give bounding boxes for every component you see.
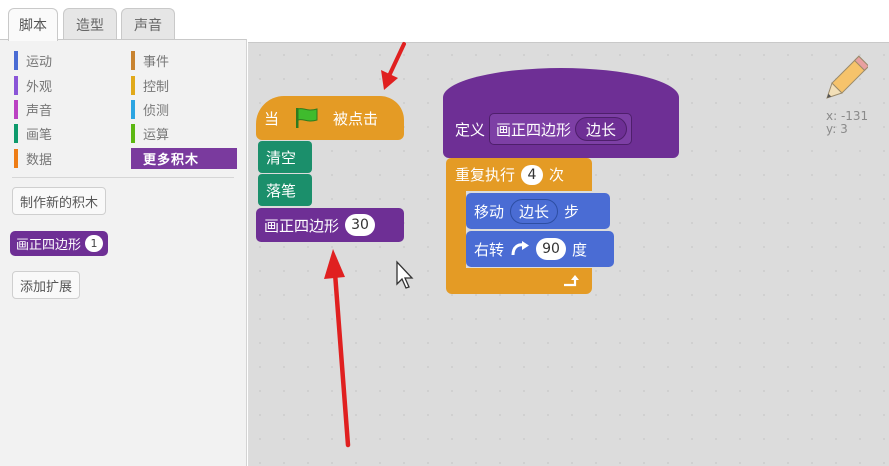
block-palette: 运动 外观 声音 画笔 数据 事件 控制 侦测 运算 更多积木 制作新的积木 画… [0, 39, 247, 466]
procedure-prototype[interactable]: 画正四边形 边长 [489, 113, 633, 145]
category-label: 外观 [26, 80, 53, 95]
category-label: 声音 [26, 104, 53, 119]
category-motion[interactable]: 运动 [14, 50, 52, 71]
category-swatch [131, 76, 135, 95]
category-looks[interactable]: 外观 [14, 75, 52, 96]
define-hat-block[interactable]: 定义 画正四边形 边长 [443, 100, 679, 158]
loop-arrow-icon [562, 274, 580, 288]
times-label: 次 [549, 166, 565, 184]
when-flag-clicked-hat[interactable]: 当 被点击 [256, 96, 404, 140]
category-data[interactable]: 数据 [14, 148, 52, 169]
tab-bar: 脚本 造型 声音 [0, 0, 889, 41]
category-label: 控制 [143, 80, 170, 95]
category-label: 事件 [143, 55, 170, 70]
move-steps-block[interactable]: 移动 边长 步 [466, 193, 610, 229]
pen-down-label: 落笔 [266, 181, 297, 200]
category-swatch [131, 100, 135, 119]
sprite-y-readout: y: 3 [826, 122, 848, 136]
repeat-arm [446, 190, 466, 270]
category-more-blocks[interactable]: 更多积木 [131, 148, 237, 169]
category-sound[interactable]: 声音 [14, 99, 52, 120]
category-control[interactable]: 控制 [131, 75, 169, 96]
move-arg-reporter[interactable]: 边长 [510, 198, 559, 224]
category-swatch [14, 51, 18, 70]
steps-label: 步 [564, 202, 580, 221]
custom-block-label: 画正四边形 [16, 238, 82, 253]
category-label: 侦测 [143, 104, 170, 119]
clear-block[interactable]: 清空 [258, 141, 312, 173]
sprite-coordinates: x: -131 y: 3 [826, 110, 868, 136]
turn-arg-input[interactable]: 90 [536, 238, 567, 260]
pencil-sprite-icon[interactable] [820, 55, 870, 111]
category-events[interactable]: 事件 [131, 50, 169, 71]
category-swatch [14, 100, 18, 119]
clear-label: 清空 [266, 148, 297, 167]
pen-down-block[interactable]: 落笔 [258, 174, 312, 206]
category-operators[interactable]: 运算 [131, 123, 169, 144]
when-label: 当 [264, 109, 280, 128]
rotate-right-icon [510, 241, 530, 257]
repeat-count-input[interactable]: 4 [521, 164, 544, 185]
green-flag-icon [293, 107, 319, 129]
call-label: 画正四边形 [264, 216, 340, 235]
annotation-arrow-bottom [318, 245, 358, 455]
palette-divider [12, 177, 234, 178]
category-pen[interactable]: 画笔 [14, 123, 52, 144]
category-label: 数据 [26, 153, 53, 168]
category-swatch [14, 124, 18, 143]
mouse-cursor-icon [395, 260, 415, 294]
define-label: 定义 [455, 120, 486, 139]
turn-right-block[interactable]: 右转 90 度 [466, 231, 614, 267]
tab-scripts[interactable]: 脚本 [8, 8, 58, 41]
category-swatch [131, 51, 135, 70]
move-label: 移动 [474, 202, 505, 221]
custom-block-arg[interactable]: 1 [85, 235, 104, 252]
call-draw-square-block[interactable]: 画正四边形 30 [256, 208, 404, 242]
degrees-label: 度 [572, 240, 588, 259]
category-label: 运算 [143, 128, 170, 143]
clicked-label: 被点击 [333, 109, 379, 128]
procedure-name: 画正四边形 [496, 120, 572, 139]
turn-label: 右转 [474, 240, 505, 259]
repeat-block[interactable]: 重复执行 4 次 [446, 158, 592, 191]
category-label: 画笔 [26, 128, 53, 143]
call-arg-input[interactable]: 30 [345, 214, 376, 236]
make-block-button[interactable]: 制作新的积木 [12, 187, 107, 215]
category-swatch [14, 149, 18, 168]
palette-custom-block[interactable]: 画正四边形 1 [10, 231, 109, 256]
repeat-bottom [446, 268, 592, 294]
tab-costumes[interactable]: 造型 [63, 8, 117, 40]
category-swatch [131, 124, 135, 143]
annotation-arrow-top [372, 40, 412, 96]
param-reporter[interactable]: 边长 [575, 117, 628, 141]
tab-sounds[interactable]: 声音 [121, 8, 175, 40]
category-label: 运动 [26, 55, 53, 70]
category-swatch [14, 76, 18, 95]
repeat-label: 重复执行 [455, 166, 516, 184]
add-extension-button[interactable]: 添加扩展 [12, 271, 81, 299]
category-sensing[interactable]: 侦测 [131, 99, 169, 120]
category-label: 更多积木 [143, 153, 200, 168]
